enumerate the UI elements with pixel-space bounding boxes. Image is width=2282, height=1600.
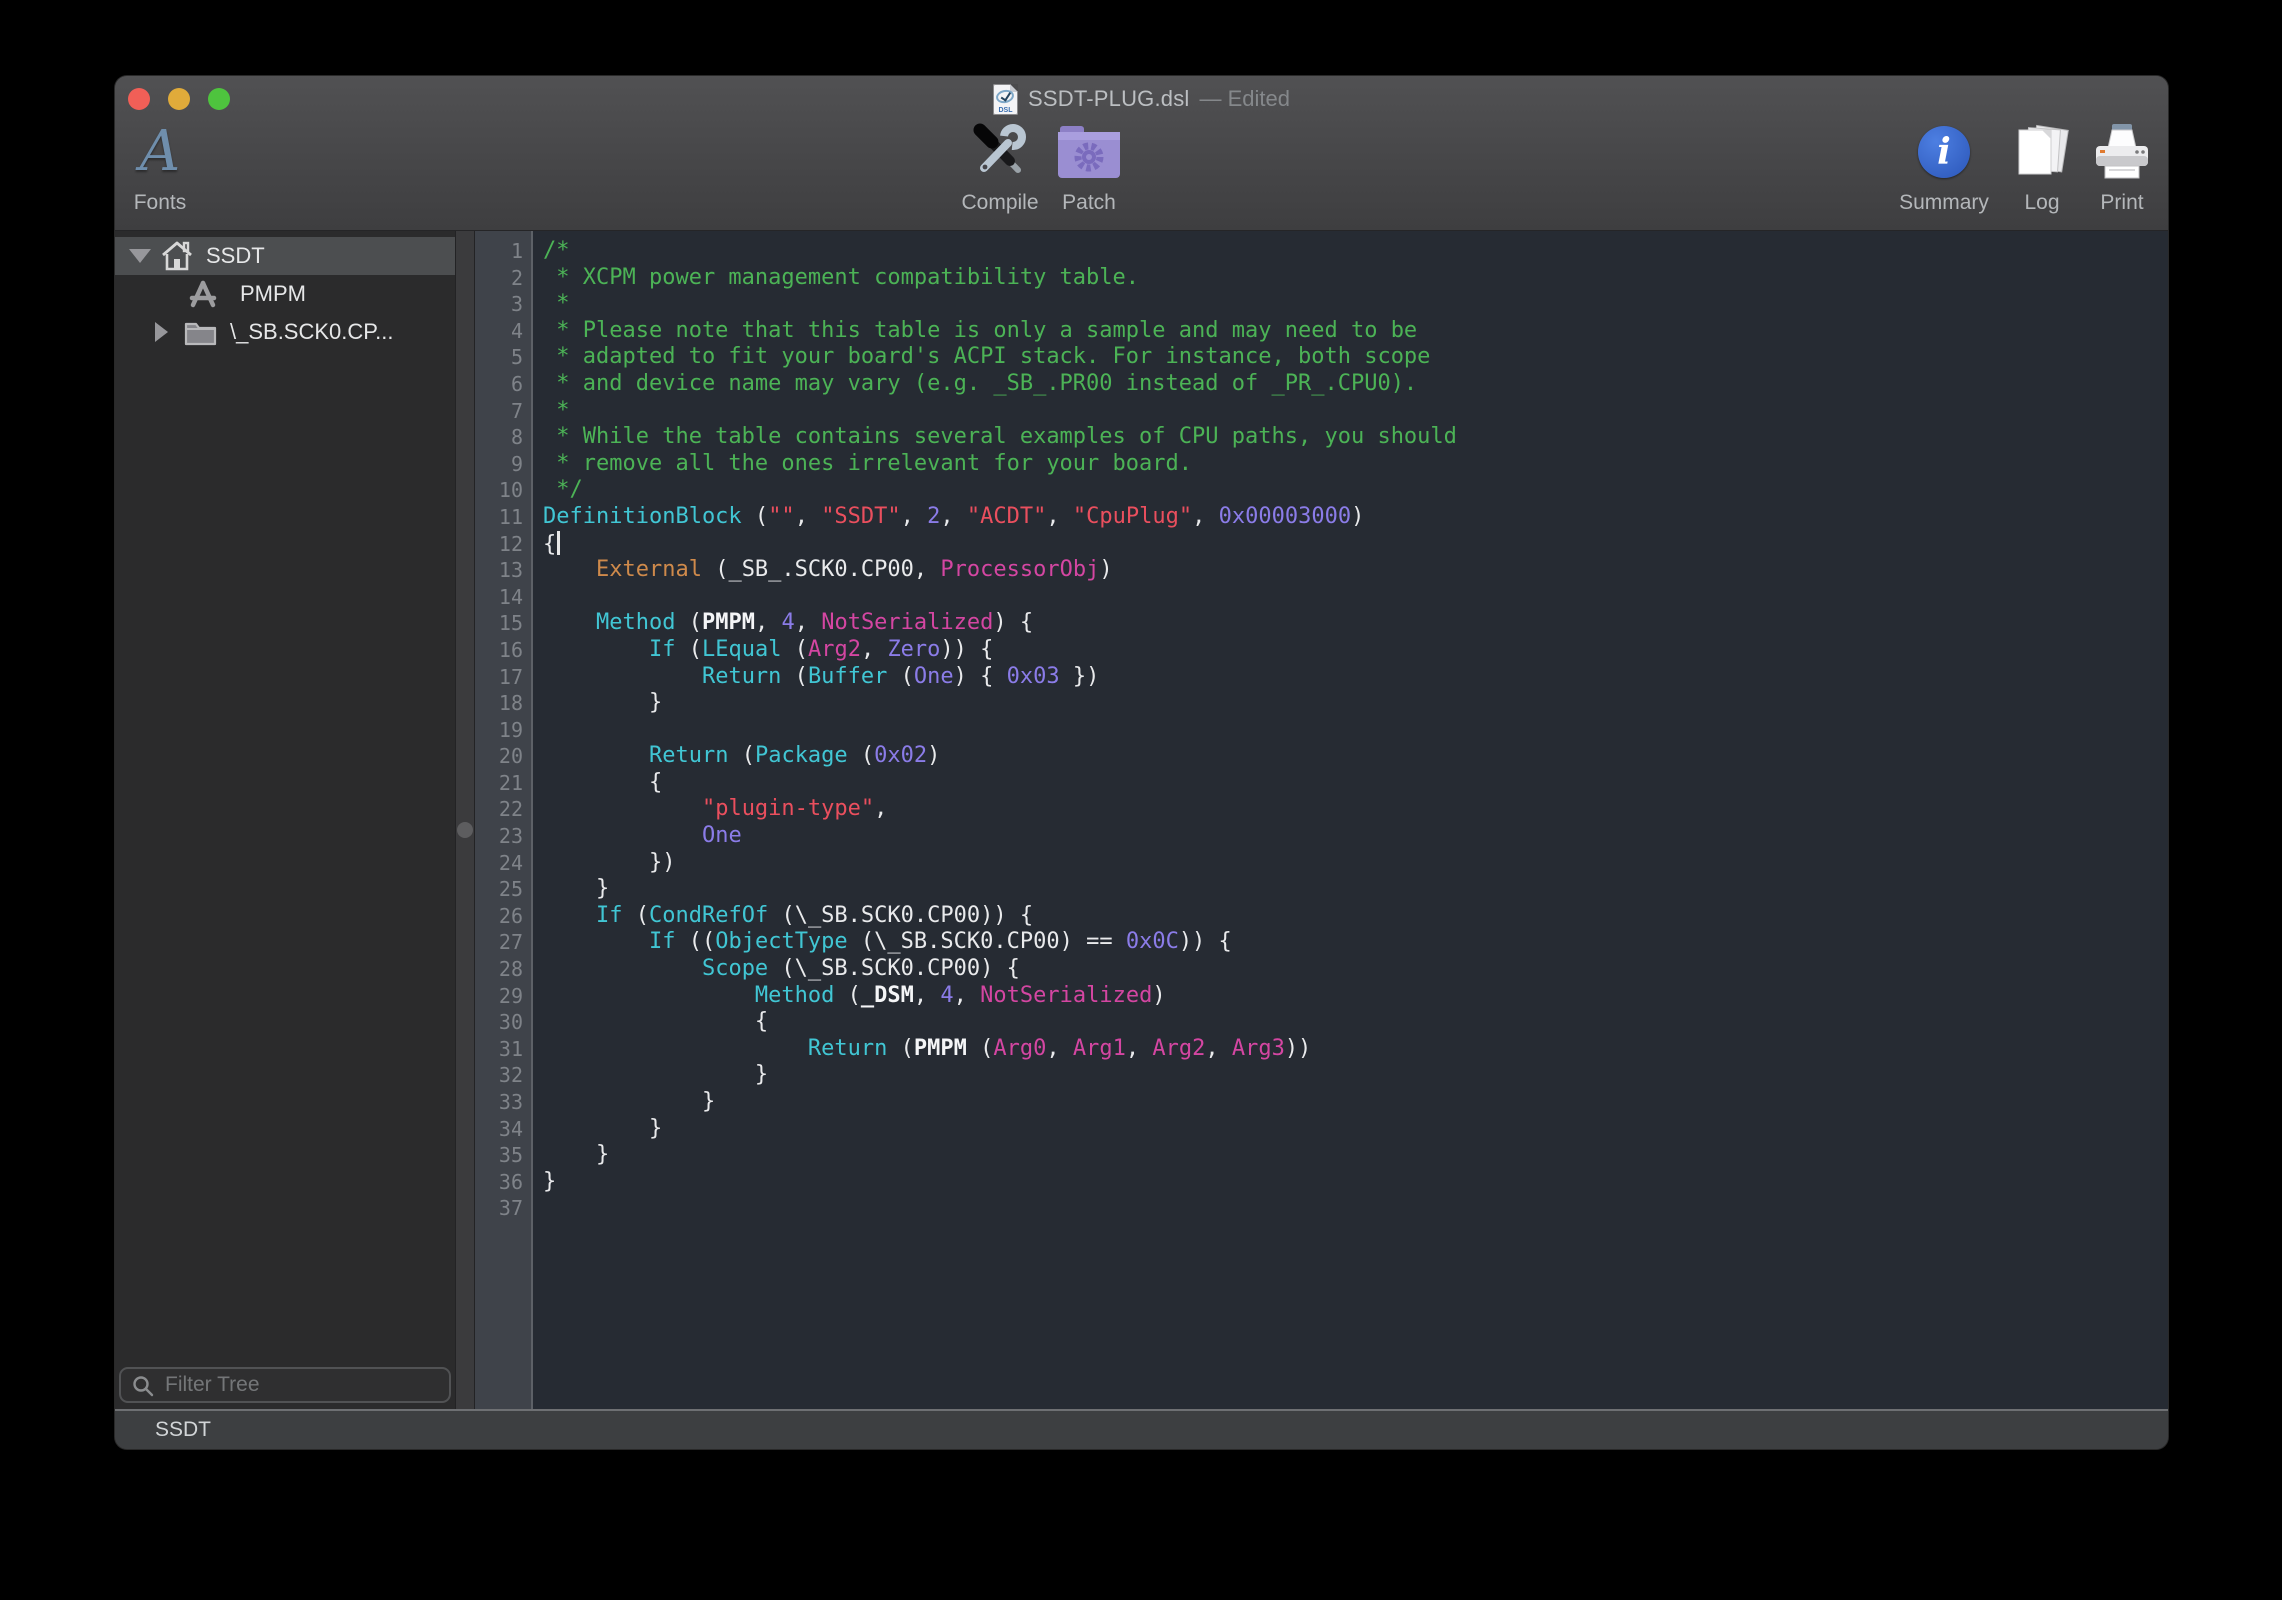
log-icon xyxy=(2011,120,2073,184)
code-line[interactable]: } xyxy=(543,1089,2168,1116)
code-line[interactable]: Return (Buffer (One) { 0x03 }) xyxy=(543,664,2168,691)
line-numbers: 1234567891011121314151617181920212223242… xyxy=(475,231,533,1409)
status-bar: SSDT xyxy=(115,1409,2168,1449)
info-icon: i xyxy=(1918,120,1970,184)
code-line[interactable]: */ xyxy=(543,477,2168,504)
code-editor[interactable]: /* * XCPM power management compatibility… xyxy=(533,231,2168,1409)
code-line[interactable]: * adapted to fit your board's ACPI stack… xyxy=(543,344,2168,371)
code-line[interactable] xyxy=(543,584,2168,611)
compile-icon xyxy=(968,120,1032,184)
filter-input[interactable] xyxy=(119,1367,451,1403)
code-content[interactable]: /* * XCPM power management compatibility… xyxy=(543,238,2168,1222)
chevron-down-icon[interactable] xyxy=(129,249,151,263)
pane-splitter[interactable] xyxy=(455,231,475,1409)
code-line[interactable]: One xyxy=(543,823,2168,850)
text-cursor xyxy=(557,531,560,555)
titlebar: DSL SSDT-PLUG.dsl — Edited xyxy=(115,76,2168,122)
document-icon: DSL xyxy=(993,84,1018,115)
tree-item-sb-sck0[interactable]: \_SB.SCK0.CP... xyxy=(115,313,455,351)
code-line[interactable]: * remove all the ones irrelevant for you… xyxy=(543,451,2168,478)
chevron-right-icon[interactable] xyxy=(155,322,168,342)
print-button[interactable]: Print xyxy=(2067,120,2168,214)
code-line[interactable]: * XCPM power management compatibility ta… xyxy=(543,265,2168,292)
tree: SSDT PMPM xyxy=(115,231,455,351)
code-line[interactable]: * While the table contains several examp… xyxy=(543,424,2168,451)
code-line[interactable]: DefinitionBlock ("", "SSDT", 2, "ACDT", … xyxy=(543,504,2168,531)
code-line[interactable]: /* xyxy=(543,238,2168,265)
sidebar: SSDT PMPM xyxy=(115,231,455,1409)
code-line[interactable]: Method (PMPM, 4, NotSerialized) { xyxy=(543,610,2168,637)
code-line[interactable]: If (LEqual (Arg2, Zero)) { xyxy=(543,637,2168,664)
code-line[interactable]: { xyxy=(543,1009,2168,1036)
code-line[interactable]: * and device name may vary (e.g. _SB_.PR… xyxy=(543,371,2168,398)
code-line[interactable]: If (CondRefOf (\_SB.SCK0.CP00)) { xyxy=(543,903,2168,930)
toolbar: DSL SSDT-PLUG.dsl — Edited A Fonts Compi… xyxy=(115,76,2168,231)
tree-item-label: \_SB.SCK0.CP... xyxy=(230,319,393,345)
tree-item-label: SSDT xyxy=(206,243,265,269)
code-line[interactable]: } xyxy=(543,1116,2168,1143)
tree-item-label: PMPM xyxy=(240,281,306,307)
tree-item-ssdt[interactable]: SSDT xyxy=(115,237,455,275)
code-line[interactable]: } xyxy=(543,1169,2168,1196)
summary-button[interactable]: i Summary xyxy=(1889,120,1999,214)
code-line[interactable] xyxy=(543,1195,2168,1222)
code-line[interactable]: If ((ObjectType (\_SB.SCK0.CP00) == 0x0C… xyxy=(543,929,2168,956)
code-line[interactable]: * xyxy=(543,398,2168,425)
code-line[interactable]: External (_SB_.SCK0.CP00, ProcessorObj) xyxy=(543,557,2168,584)
window-title: SSDT-PLUG.dsl xyxy=(1028,86,1190,112)
code-line[interactable]: } xyxy=(543,690,2168,717)
window-title-edited: — Edited xyxy=(1200,86,1291,112)
code-line[interactable] xyxy=(543,717,2168,744)
code-line[interactable]: { xyxy=(543,770,2168,797)
splitter-handle-icon[interactable] xyxy=(457,822,473,838)
patch-button[interactable]: Patch xyxy=(1034,120,1144,214)
main-content: SSDT PMPM xyxy=(115,231,2168,1409)
code-line[interactable]: * xyxy=(543,291,2168,318)
fonts-icon: A xyxy=(140,120,180,184)
code-line[interactable]: } xyxy=(543,876,2168,903)
code-line[interactable]: Return (Package (0x02) xyxy=(543,743,2168,770)
code-line[interactable]: } xyxy=(543,1142,2168,1169)
tree-item-pmpm[interactable]: PMPM xyxy=(115,275,455,313)
code-line[interactable]: Scope (\_SB.SCK0.CP00) { xyxy=(543,956,2168,983)
code-line[interactable]: Return (PMPM (Arg0, Arg1, Arg2, Arg3)) xyxy=(543,1036,2168,1063)
fonts-button[interactable]: A Fonts xyxy=(115,120,215,214)
patch-icon xyxy=(1056,120,1122,184)
method-icon xyxy=(188,280,218,308)
folder-icon xyxy=(184,319,217,346)
status-text: SSDT xyxy=(155,1418,211,1442)
code-line[interactable]: "plugin-type", xyxy=(543,796,2168,823)
code-line[interactable]: Method (_DSM, 4, NotSerialized) xyxy=(543,983,2168,1010)
print-icon xyxy=(2091,120,2153,184)
code-line[interactable]: } xyxy=(543,1062,2168,1089)
home-icon xyxy=(160,240,194,272)
code-line[interactable]: * Please note that this table is only a … xyxy=(543,318,2168,345)
code-line[interactable]: }) xyxy=(543,850,2168,877)
code-line[interactable]: { xyxy=(543,531,2168,558)
window: DSL SSDT-PLUG.dsl — Edited A Fonts Compi… xyxy=(115,76,2168,1449)
